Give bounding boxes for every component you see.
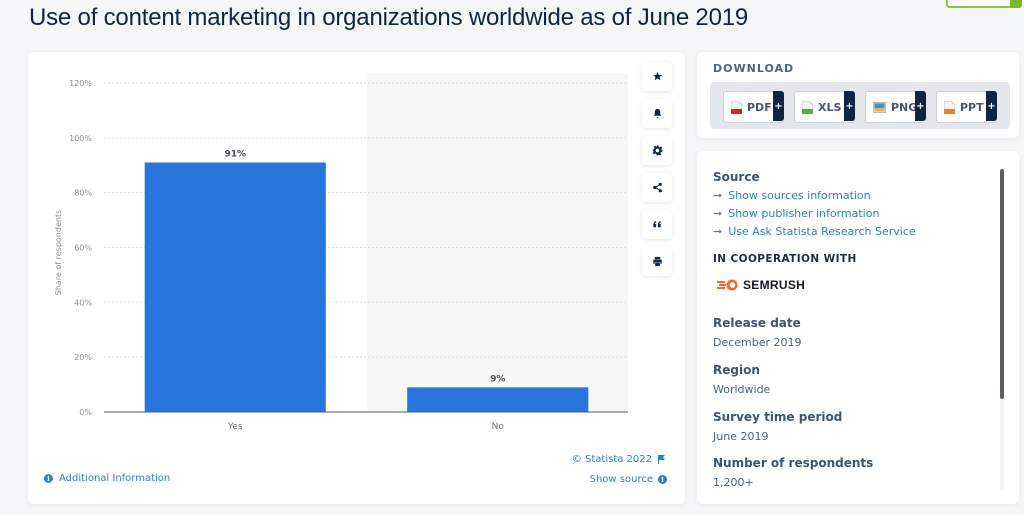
xls-file-icon bbox=[802, 100, 813, 114]
show-source-link[interactable]: Show source i bbox=[590, 474, 667, 485]
additional-information-text: Additional Information bbox=[59, 473, 171, 484]
page-title: Use of content marketing in organization… bbox=[29, 4, 749, 31]
pdf-options-button[interactable]: + bbox=[773, 91, 784, 121]
chart-toolbar bbox=[642, 62, 672, 284]
copyright-link[interactable]: © Statista 2022 bbox=[572, 454, 665, 465]
bar-chart: 0% 20% 40% 60% 80% 100% 120% Share of responde… bbox=[54, 73, 628, 432]
cite-button[interactable] bbox=[642, 210, 672, 239]
gear-icon bbox=[651, 145, 663, 156]
show-source-text: Show source bbox=[589, 474, 653, 485]
show-sources-link[interactable]: ➞ Show sources information bbox=[713, 189, 871, 202]
ask-statista-text: Use Ask Statista Research Service bbox=[728, 225, 916, 238]
x-category-label: No bbox=[492, 422, 505, 432]
semrush-logo[interactable]: SEMRUSH bbox=[717, 278, 805, 292]
data-label: 91% bbox=[224, 150, 246, 160]
y-tick-label: 0% bbox=[79, 408, 92, 417]
arrow-right-icon: ➞ bbox=[713, 225, 723, 238]
survey-period-value: June 2019 bbox=[713, 430, 769, 443]
y-tick-label: 40% bbox=[74, 298, 92, 307]
ask-statista-link[interactable]: ➞ Use Ask Statista Research Service bbox=[713, 225, 916, 238]
x-axis-categories: Yes No bbox=[227, 422, 504, 432]
png-label: PNG bbox=[891, 100, 918, 114]
data-label: 9% bbox=[490, 374, 505, 384]
png-options-button[interactable]: + bbox=[915, 91, 926, 121]
y-axis-ticks: 0% 20% 40% 60% 80% 100% 120% bbox=[69, 79, 92, 417]
arrow-right-icon: ➞ bbox=[713, 189, 723, 202]
info-icon: i bbox=[658, 475, 667, 484]
notification-button[interactable] bbox=[642, 99, 672, 128]
show-sources-text: Show sources information bbox=[728, 189, 871, 202]
release-date-label: Release date bbox=[713, 316, 801, 330]
download-panel: DOWNLOAD PDF + XLS + PNG + PPT + bbox=[697, 52, 1019, 138]
hover-highlight bbox=[367, 73, 628, 412]
semrush-wordmark: SEMRUSH bbox=[743, 278, 806, 292]
printer-icon bbox=[652, 256, 662, 267]
statistic-details-panel: Source ➞ Show sources information ➞ Show… bbox=[697, 151, 1019, 504]
download-buttons: PDF + XLS + PNG + PPT + bbox=[710, 82, 1010, 129]
bar-yes[interactable] bbox=[144, 162, 326, 412]
flag-icon bbox=[658, 455, 665, 464]
additional-information-link[interactable]: i Additional Information bbox=[44, 473, 170, 484]
survey-period-label: Survey time period bbox=[713, 410, 843, 424]
pdf-label: PDF bbox=[747, 100, 772, 114]
download-xls-button[interactable]: XLS + bbox=[794, 91, 855, 123]
top-action-button[interactable] bbox=[946, 0, 1022, 8]
info-icon: i bbox=[44, 474, 53, 483]
download-title: DOWNLOAD bbox=[713, 62, 795, 75]
release-date-value: December 2019 bbox=[713, 336, 802, 349]
cooperation-heading: IN COOPERATION WITH bbox=[713, 253, 857, 265]
pdf-file-icon bbox=[731, 100, 742, 114]
download-png-button[interactable]: PNG + bbox=[865, 91, 926, 123]
ppt-label: PPT bbox=[960, 100, 984, 114]
y-tick-label: 100% bbox=[69, 134, 92, 143]
semrush-flame-icon bbox=[717, 279, 738, 291]
show-publisher-text: Show publisher information bbox=[728, 207, 880, 220]
download-ppt-button[interactable]: PPT + bbox=[936, 91, 997, 123]
ppt-file-icon bbox=[944, 100, 955, 114]
share-icon bbox=[652, 182, 662, 193]
source-heading: Source bbox=[713, 170, 760, 184]
favorite-button[interactable] bbox=[642, 62, 672, 91]
share-button[interactable] bbox=[642, 173, 672, 202]
ppt-options-button[interactable]: + bbox=[986, 91, 997, 121]
respondents-value: 1,200+ bbox=[713, 476, 754, 489]
show-publisher-link[interactable]: ➞ Show publisher information bbox=[713, 207, 879, 220]
y-tick-label: 80% bbox=[74, 189, 92, 198]
scrollbar-thumb[interactable] bbox=[1000, 169, 1004, 399]
xls-options-button[interactable]: + bbox=[844, 91, 855, 121]
region-label: Region bbox=[713, 363, 760, 377]
y-tick-label: 60% bbox=[74, 244, 92, 253]
star-icon bbox=[652, 71, 662, 81]
png-file-icon bbox=[873, 101, 886, 113]
x-category-label: Yes bbox=[227, 422, 243, 432]
xls-label: XLS bbox=[818, 100, 842, 114]
respondents-label: Number of respondents bbox=[713, 456, 874, 470]
settings-button[interactable] bbox=[642, 136, 672, 165]
y-tick-label: 20% bbox=[74, 353, 92, 362]
print-button[interactable] bbox=[642, 247, 672, 276]
copyright-text: © Statista 2022 bbox=[571, 454, 652, 465]
region-value: Worldwide bbox=[713, 383, 771, 396]
y-axis-title: Share of respondents bbox=[54, 210, 63, 296]
chart-card: 0% 20% 40% 60% 80% 100% 120% Share of responde… bbox=[28, 52, 685, 504]
quote-icon bbox=[652, 220, 661, 228]
download-pdf-button[interactable]: PDF + bbox=[723, 91, 784, 123]
bar-no[interactable] bbox=[407, 387, 589, 412]
y-tick-label: 120% bbox=[69, 79, 92, 88]
bell-icon bbox=[653, 108, 661, 119]
arrow-right-icon: ➞ bbox=[713, 207, 723, 220]
